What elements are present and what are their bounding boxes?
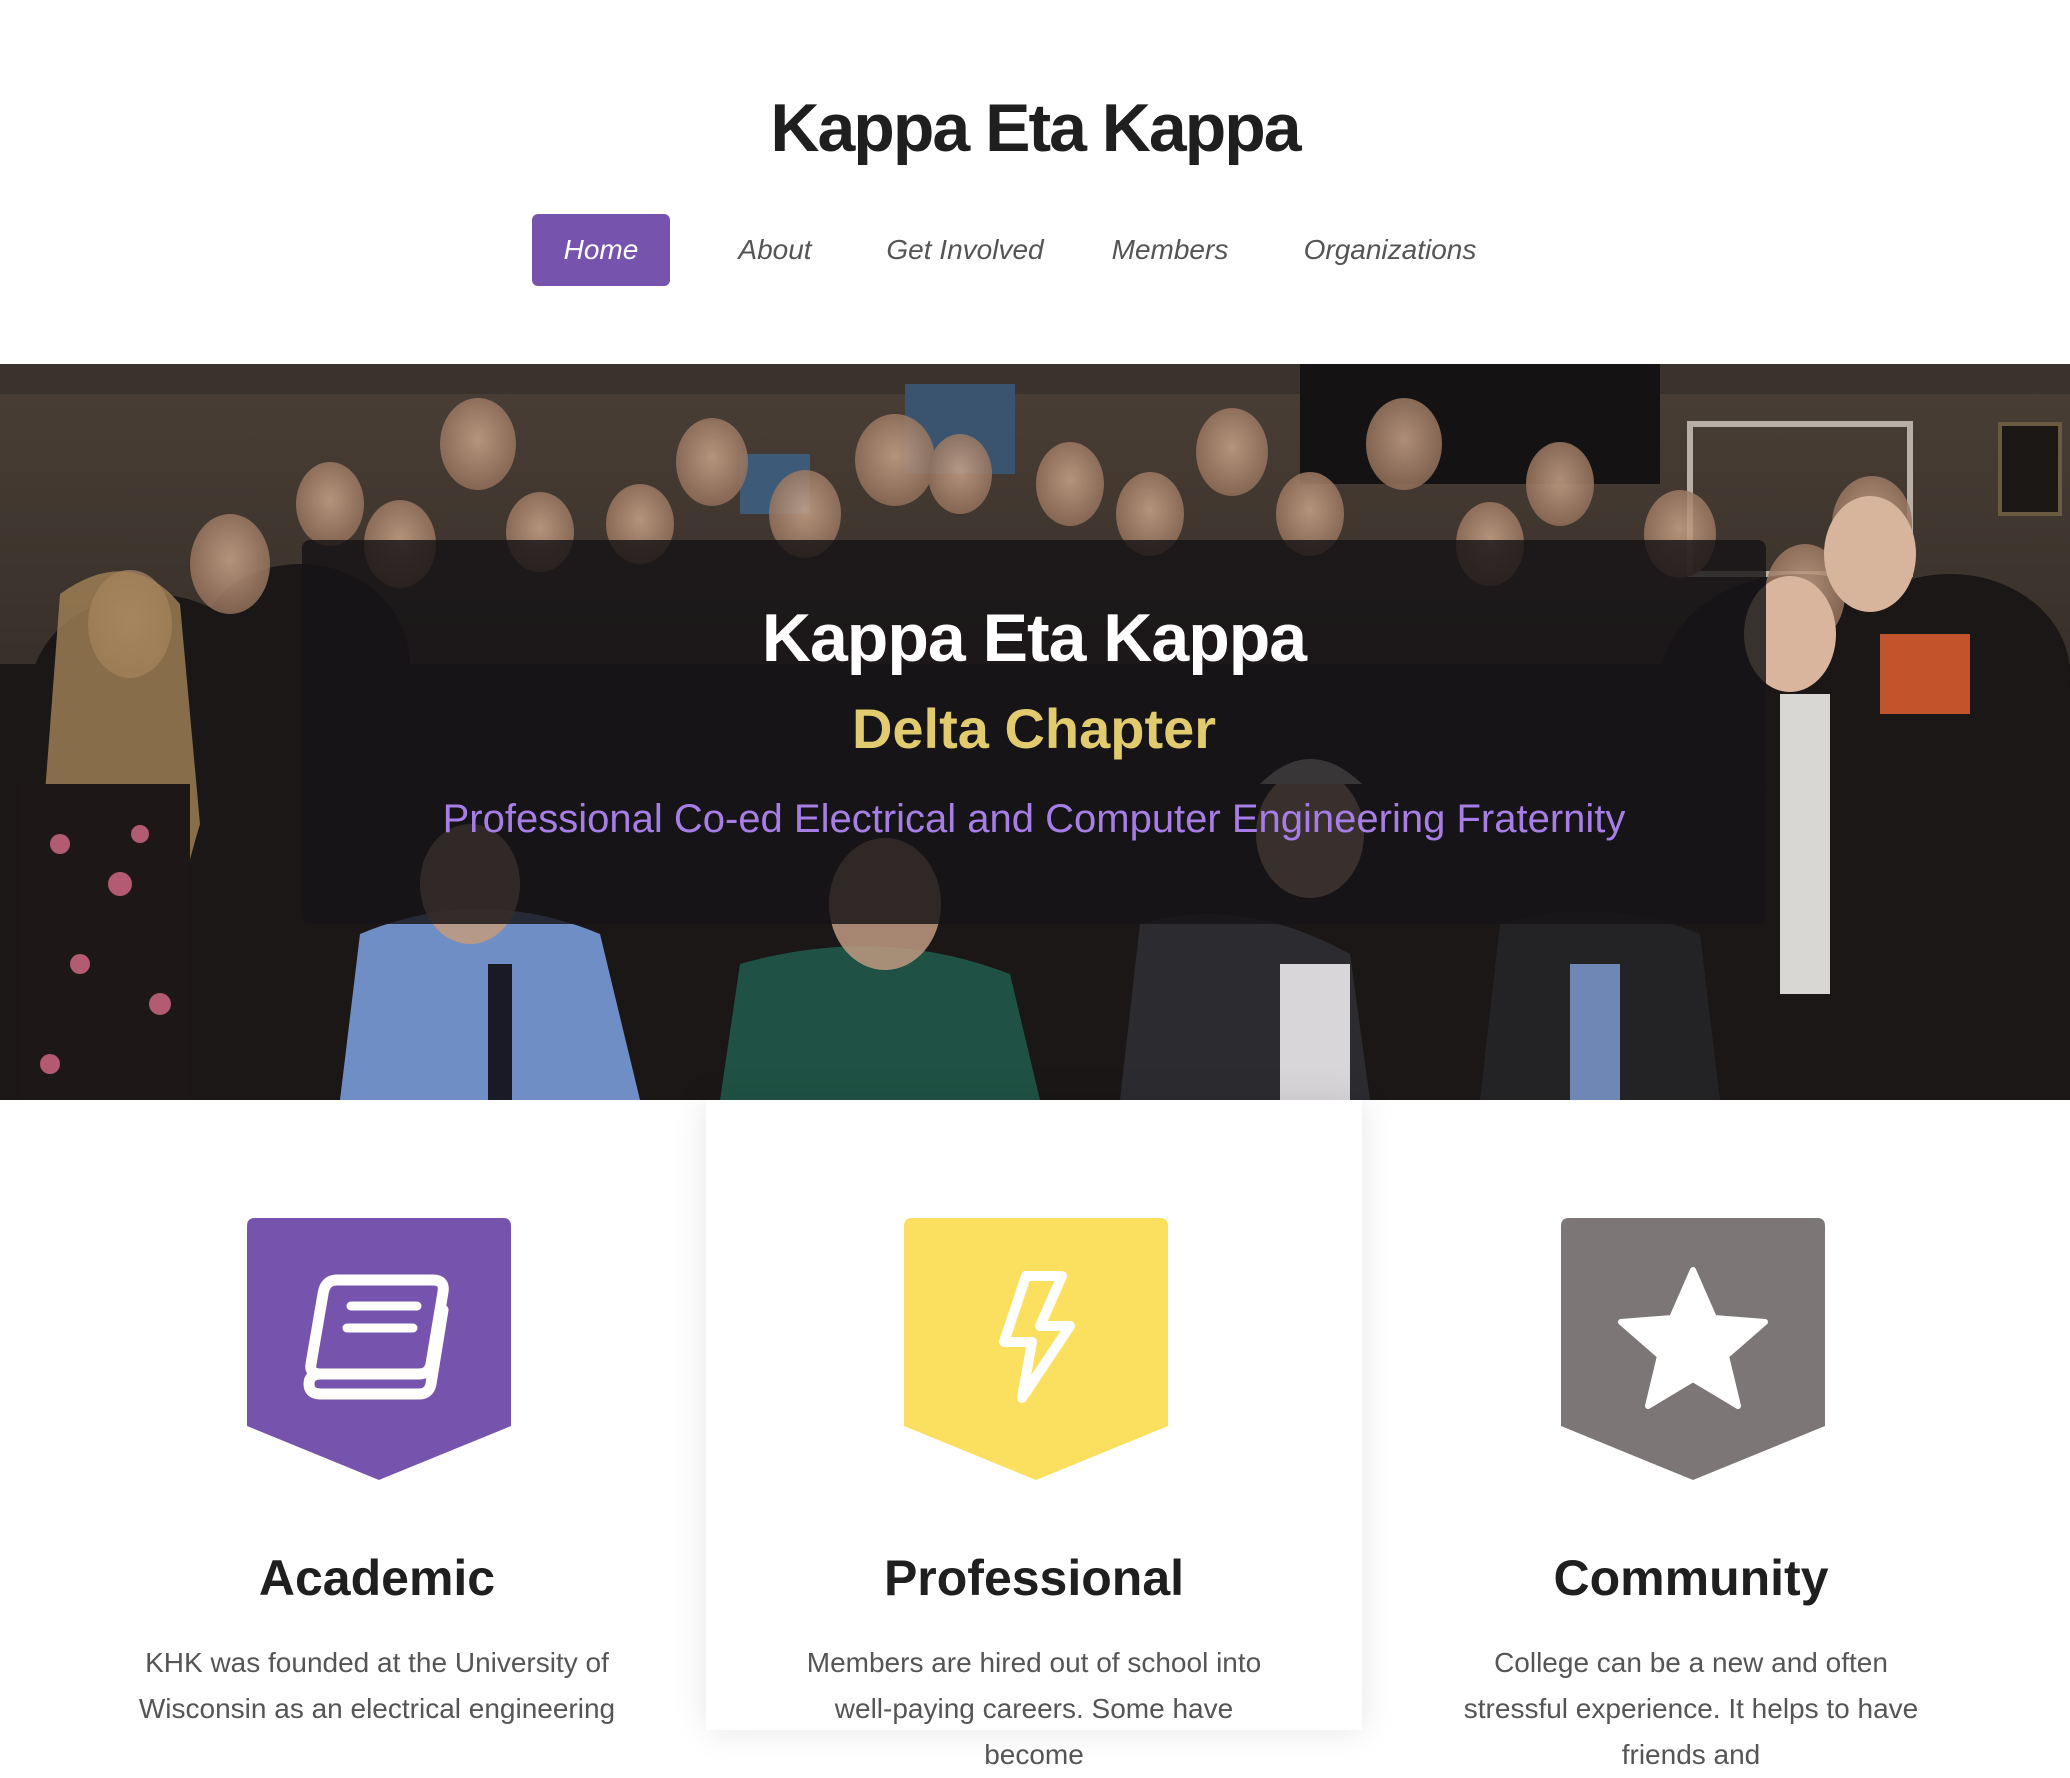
feature-title: Professional: [883, 1550, 1185, 1606]
hero-subtitle: Delta Chapter: [851, 697, 1217, 760]
feature-community: Community College can be a new and often…: [1363, 1100, 2019, 1770]
nav-home[interactable]: Home: [532, 214, 670, 286]
feature-text: College can be a new and often stressful…: [1463, 1647, 1919, 1770]
hero-tagline: Professional Co-ed Electrical and Comput…: [442, 797, 1626, 841]
nav-get-involved[interactable]: Get Involved: [880, 214, 1050, 286]
nav-members[interactable]: Members: [1090, 214, 1250, 286]
hero-banner: Kappa Eta Kappa Delta Chapter Profession…: [0, 364, 2070, 1100]
feature-text: KHK was founded at the University of Wis…: [138, 1647, 616, 1724]
hero-title: Kappa Eta Kappa: [761, 600, 1307, 676]
feature-title: Academic: [258, 1550, 496, 1606]
feature-title: Community: [1553, 1550, 1829, 1606]
star-icon: [1561, 1218, 1825, 1480]
lightning-bolt-icon: [904, 1218, 1168, 1480]
book-icon: [247, 1218, 511, 1480]
feature-professional: Professional Members are hired out of sc…: [706, 1100, 1362, 1770]
feature-academic: Academic KHK was founded at the Universi…: [49, 1100, 705, 1730]
nav-organizations[interactable]: Organizations: [1290, 214, 1490, 286]
features-section: Academic KHK was founded at the Universi…: [0, 1100, 2070, 1770]
hero-caption-panel: Kappa Eta Kappa Delta Chapter Profession…: [302, 540, 1766, 924]
site-title[interactable]: Kappa Eta Kappa: [0, 88, 2070, 168]
site-header: Kappa Eta Kappa Home About Get Involved …: [0, 0, 2070, 364]
nav-about[interactable]: About: [710, 214, 840, 286]
feature-text: Members are hired out of school into wel…: [806, 1647, 1262, 1770]
